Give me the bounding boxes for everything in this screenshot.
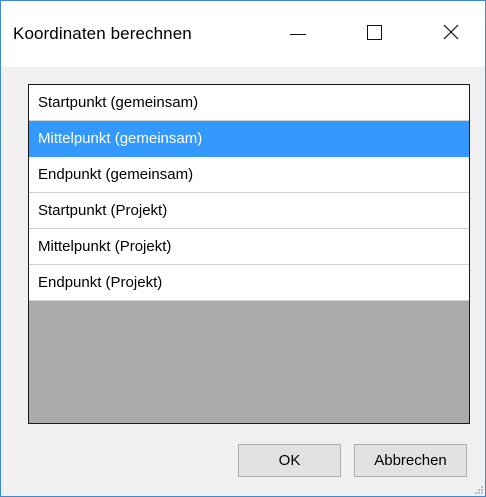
list-item-startpunkt-projekt[interactable]: Startpunkt (Projekt) bbox=[29, 193, 469, 229]
list-item-endpunkt-projekt[interactable]: Endpunkt (Projekt) bbox=[29, 265, 469, 301]
close-icon bbox=[443, 24, 459, 40]
dialog-window: Koordinaten berechnen Startpunkt (gemein… bbox=[0, 0, 486, 497]
coordinate-listbox[interactable]: Startpunkt (gemeinsam) Mittelpunkt (geme… bbox=[28, 84, 470, 424]
ok-button[interactable]: OK bbox=[238, 444, 341, 477]
list-item-mittelpunkt-gemeinsam[interactable]: Mittelpunkt (gemeinsam) bbox=[29, 121, 469, 157]
maximize-button[interactable] bbox=[344, 1, 408, 67]
title-bar[interactable]: Koordinaten berechnen bbox=[1, 1, 485, 67]
minimize-icon bbox=[290, 34, 306, 35]
cancel-button[interactable]: Abbrechen bbox=[354, 444, 467, 477]
list-item-endpunkt-gemeinsam[interactable]: Endpunkt (gemeinsam) bbox=[29, 157, 469, 193]
window-title: Koordinaten berechnen bbox=[13, 24, 192, 43]
maximize-icon bbox=[367, 25, 382, 40]
list-item-startpunkt-gemeinsam[interactable]: Startpunkt (gemeinsam) bbox=[29, 85, 469, 121]
list-item-mittelpunkt-projekt[interactable]: Mittelpunkt (Projekt) bbox=[29, 229, 469, 265]
minimize-button[interactable] bbox=[266, 1, 330, 67]
resize-grip-icon[interactable] bbox=[474, 485, 484, 495]
close-button[interactable] bbox=[421, 1, 485, 67]
